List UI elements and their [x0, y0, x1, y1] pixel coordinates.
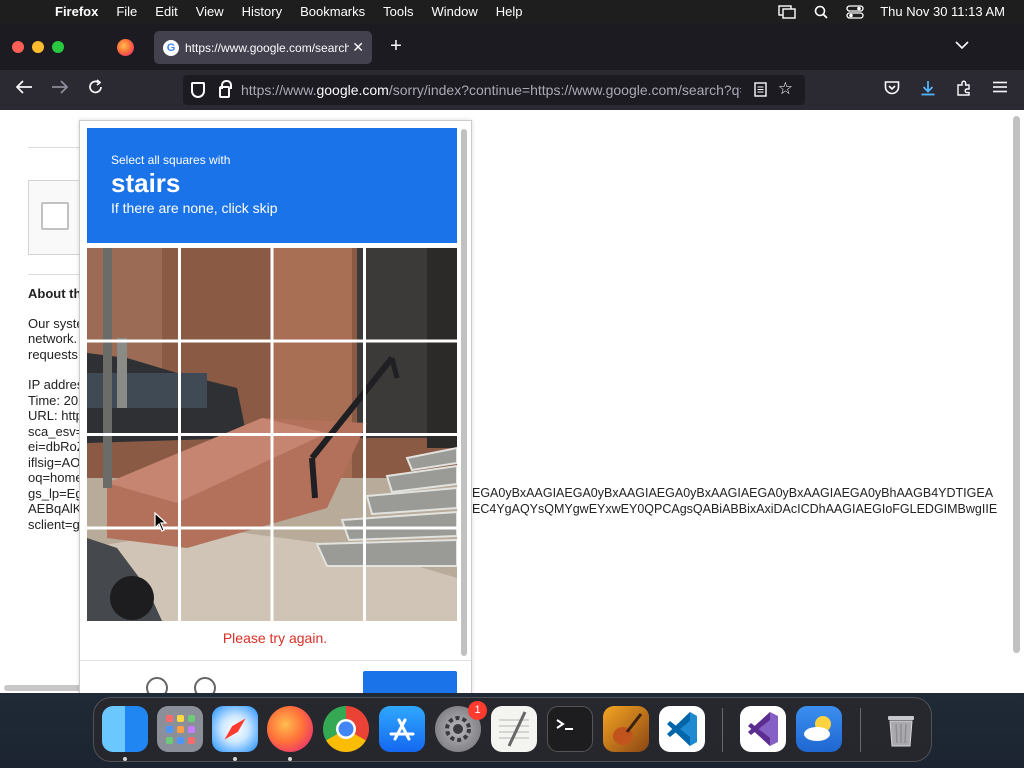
- url-overflow-line: EC4YgAQYsQMYgwEYxwEY0QPCAgsQABiABBixAxiD…: [472, 502, 998, 516]
- paragraph-line: network.: [28, 331, 78, 346]
- reload-challenge-icon[interactable]: [146, 677, 168, 693]
- about-heading: About th: [28, 286, 82, 301]
- detail-line: Time: 202: [28, 393, 86, 408]
- detail-line: iflsig=AO: [28, 455, 81, 470]
- textedit-icon[interactable]: [491, 706, 537, 752]
- vscode-icon[interactable]: [659, 706, 705, 752]
- firefox-window: G https://www.google.com/search?q ✕ + ht…: [0, 23, 1024, 693]
- forward-arrow-icon[interactable]: [49, 79, 71, 100]
- url-prefix: https://www.: [241, 82, 317, 98]
- minimize-window-button[interactable]: [32, 41, 44, 53]
- challenge-header: Select all squares with stairs If there …: [87, 128, 457, 243]
- dock-separator: [722, 708, 723, 752]
- detail-line: oq=home: [28, 470, 83, 485]
- recaptcha-checkbox[interactable]: [41, 202, 69, 230]
- back-arrow-icon[interactable]: [13, 79, 35, 100]
- bookmark-star-icon[interactable]: ☆: [778, 79, 793, 99]
- detail-line: AEBqAlK: [28, 501, 82, 516]
- challenge-image-grid: [87, 248, 457, 621]
- menu-edit[interactable]: Edit: [146, 4, 186, 19]
- paragraph-line: Our syste: [28, 316, 84, 331]
- finder-icon[interactable]: [102, 706, 148, 752]
- running-indicator: [233, 757, 237, 761]
- dock: [93, 697, 932, 762]
- page-content: About th Our syste network. requests IP …: [0, 110, 1024, 693]
- challenge-target: stairs: [111, 168, 181, 198]
- menu-file[interactable]: File: [107, 4, 146, 19]
- challenge-subtext: If there are none, click skip: [111, 200, 278, 216]
- firefox-icon[interactable]: [267, 706, 313, 752]
- trash-icon[interactable]: [878, 706, 924, 752]
- menu-help[interactable]: Help: [487, 4, 532, 19]
- recaptcha-challenge-dialog: Select all squares with stairs If there …: [79, 120, 472, 693]
- running-indicator: [288, 757, 292, 761]
- chrome-icon[interactable]: [323, 706, 369, 752]
- vertical-scrollbar[interactable]: [1013, 116, 1020, 653]
- control-center-icon[interactable]: [838, 4, 872, 19]
- downloads-icon[interactable]: [918, 80, 938, 100]
- firefox-view-icon[interactable]: [117, 39, 134, 56]
- reload-icon[interactable]: [85, 79, 107, 100]
- lock-icon[interactable]: [219, 80, 232, 98]
- pocket-icon[interactable]: [882, 80, 902, 99]
- url-domain: google.com: [316, 82, 389, 98]
- challenge-instruction: Select all squares with: [111, 153, 231, 167]
- url-overflow-line: EGA0yBxAAGIAEGA0yBxAAGIAEGA0yBxAAGIAEGA0…: [472, 486, 994, 500]
- running-indicator: [123, 757, 127, 761]
- garageband-icon[interactable]: [603, 706, 649, 752]
- dock-separator: [860, 708, 861, 752]
- tab-close-icon[interactable]: ✕: [352, 39, 364, 56]
- detail-line: URL: http: [28, 408, 83, 423]
- menu-clock[interactable]: Thu Nov 30 11:13 AM: [872, 4, 1024, 19]
- detail-line: gs_lp=Eg: [28, 486, 83, 501]
- list-all-tabs-chevron-icon[interactable]: [955, 37, 969, 53]
- menu-bar: Firefox File Edit View History Bookmarks…: [0, 0, 1024, 23]
- safari-icon[interactable]: [212, 706, 258, 752]
- spotlight-search-icon[interactable]: [804, 5, 838, 19]
- visual-studio-icon[interactable]: [740, 706, 786, 752]
- menu-view[interactable]: View: [187, 4, 233, 19]
- detail-line: IP addres: [28, 377, 84, 392]
- app-store-icon[interactable]: [379, 706, 425, 752]
- hamburger-menu-icon[interactable]: [990, 80, 1010, 97]
- tab-bar: G https://www.google.com/search?q ✕ +: [0, 23, 1024, 70]
- tab-title: https://www.google.com/search?q: [185, 40, 349, 55]
- stairs-photo: [87, 248, 457, 621]
- reader-view-icon[interactable]: [754, 82, 767, 100]
- detail-line: ei=dbRoZ: [28, 439, 85, 454]
- footer-divider: [80, 660, 471, 661]
- url-text[interactable]: https://www.google.com/sorry/index?conti…: [241, 82, 741, 98]
- new-tab-button[interactable]: +: [386, 35, 406, 58]
- dialog-scrollbar[interactable]: [461, 129, 467, 656]
- close-window-button[interactable]: [12, 41, 24, 53]
- navigation-toolbar: https://www.google.com/sorry/index?conti…: [0, 70, 1024, 110]
- terminal-icon[interactable]: [547, 706, 593, 752]
- detail-line: sca_esv=: [28, 424, 84, 439]
- url-path: /sorry/index?continue=https://www.google…: [388, 82, 741, 98]
- zoom-window-button[interactable]: [52, 41, 64, 53]
- tab-google-search[interactable]: G https://www.google.com/search?q ✕: [154, 31, 372, 64]
- audio-challenge-icon[interactable]: [194, 677, 216, 693]
- tracking-protection-shield-icon[interactable]: [191, 82, 205, 98]
- menu-tools[interactable]: Tools: [374, 4, 422, 19]
- extensions-puzzle-icon[interactable]: [954, 80, 974, 100]
- google-favicon-icon: G: [163, 39, 179, 56]
- launchpad-icon[interactable]: [157, 706, 203, 752]
- settings-notification-badge: 1: [468, 701, 487, 720]
- paragraph-line: requests: [28, 347, 78, 362]
- screen-mirroring-icon[interactable]: [770, 4, 804, 19]
- error-message: Please try again.: [222, 630, 328, 646]
- menu-bookmarks[interactable]: Bookmarks: [291, 4, 374, 19]
- menu-history[interactable]: History: [233, 4, 291, 19]
- weather-icon[interactable]: [796, 706, 842, 752]
- detail-line: sclient=g: [28, 517, 80, 532]
- menu-window[interactable]: Window: [423, 4, 487, 19]
- verify-button[interactable]: [363, 671, 457, 693]
- url-bar[interactable]: https://www.google.com/sorry/index?conti…: [183, 75, 805, 105]
- menu-app-firefox[interactable]: Firefox: [46, 4, 107, 19]
- mouse-cursor-icon: [154, 512, 168, 532]
